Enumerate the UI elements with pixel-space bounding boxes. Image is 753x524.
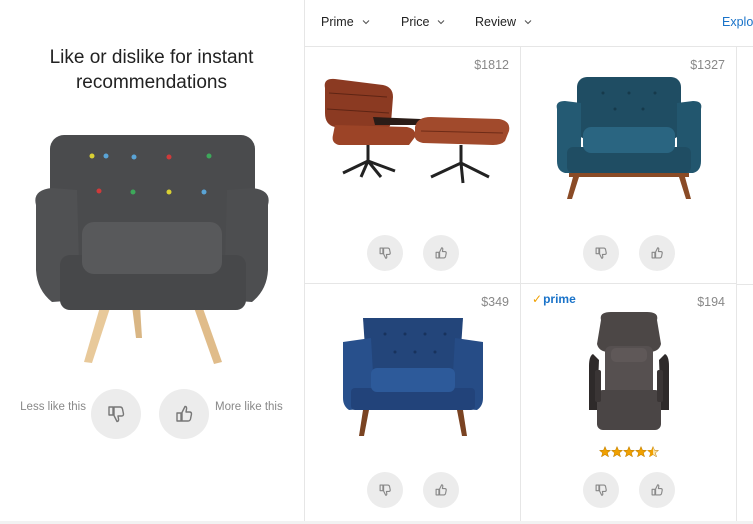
price-filter-label: Price (401, 15, 430, 29)
feedback-buttons (305, 472, 521, 508)
thumbs-down-icon (108, 406, 125, 423)
feedback-buttons (521, 235, 737, 271)
prime-filter-label: Prime (321, 15, 354, 29)
hero-product-image (35, 135, 269, 364)
dislike-button[interactable] (583, 235, 619, 271)
product-image (343, 318, 483, 436)
prime-badge: ✓ prime (532, 292, 576, 306)
product-card[interactable]: $349 (305, 284, 521, 521)
star-rating-icon (599, 446, 659, 458)
thumbs-down-icon (595, 247, 607, 259)
product-image (324, 78, 510, 184)
chevron-down-icon (438, 20, 445, 25)
chevron-down-icon (362, 20, 370, 25)
product-card[interactable]: ✓ prime $194 (521, 284, 737, 521)
review-filter-label: Review (475, 15, 516, 29)
product-price: $1812 (474, 58, 509, 72)
explore-link[interactable]: Explo (722, 15, 753, 29)
review-filter-dropdown[interactable]: Review (475, 15, 532, 29)
panel-title: Like or dislike for instant recommendati… (49, 47, 254, 93)
more-like-this-label: More like this (215, 401, 283, 413)
dislike-button[interactable] (583, 472, 619, 508)
product-price: $1327 (690, 58, 725, 72)
recommendation-panel: Like or dislike for instant recommendati… (0, 0, 305, 524)
product-image (556, 77, 702, 199)
feedback-buttons (521, 472, 737, 508)
next-column-edge (737, 47, 753, 524)
like-button[interactable] (159, 389, 209, 439)
thumbs-down-icon (379, 484, 391, 496)
like-button[interactable] (423, 472, 459, 508)
like-button[interactable] (639, 235, 675, 271)
like-button[interactable] (639, 472, 675, 508)
product-card[interactable]: $1327 (521, 47, 737, 284)
dislike-button[interactable] (91, 389, 141, 439)
prime-badge-label: prime (543, 292, 576, 306)
less-like-this-label: Less like this (20, 401, 86, 413)
product-price: $349 (481, 295, 509, 309)
feedback-row: Less like this More like this (0, 388, 305, 440)
dislike-button[interactable] (367, 235, 403, 271)
thumbs-up-icon (651, 247, 663, 259)
filter-bar: Prime Price Review Explo (305, 0, 753, 47)
price-filter-dropdown[interactable]: Price (401, 15, 445, 29)
product-image (589, 312, 669, 430)
star-rating (599, 446, 659, 458)
thumbs-down-icon (595, 484, 607, 496)
product-price: $194 (697, 295, 725, 309)
thumbs-up-icon (435, 247, 447, 259)
like-button[interactable] (423, 235, 459, 271)
product-card[interactable]: $1812 (305, 47, 521, 284)
chevron-down-icon (524, 20, 532, 25)
dislike-button[interactable] (367, 472, 403, 508)
divider (737, 284, 753, 285)
product-grid: $1812 $1327 $349 ✓ prime $194 (305, 47, 753, 524)
thumbs-down-icon (379, 247, 391, 259)
thumbs-up-icon (176, 405, 193, 422)
thumbs-up-icon (651, 484, 663, 496)
thumbs-up-icon (435, 484, 447, 496)
prime-filter-dropdown[interactable]: Prime (321, 15, 370, 29)
feedback-buttons (305, 235, 521, 271)
prime-check-icon: ✓ (532, 292, 543, 306)
